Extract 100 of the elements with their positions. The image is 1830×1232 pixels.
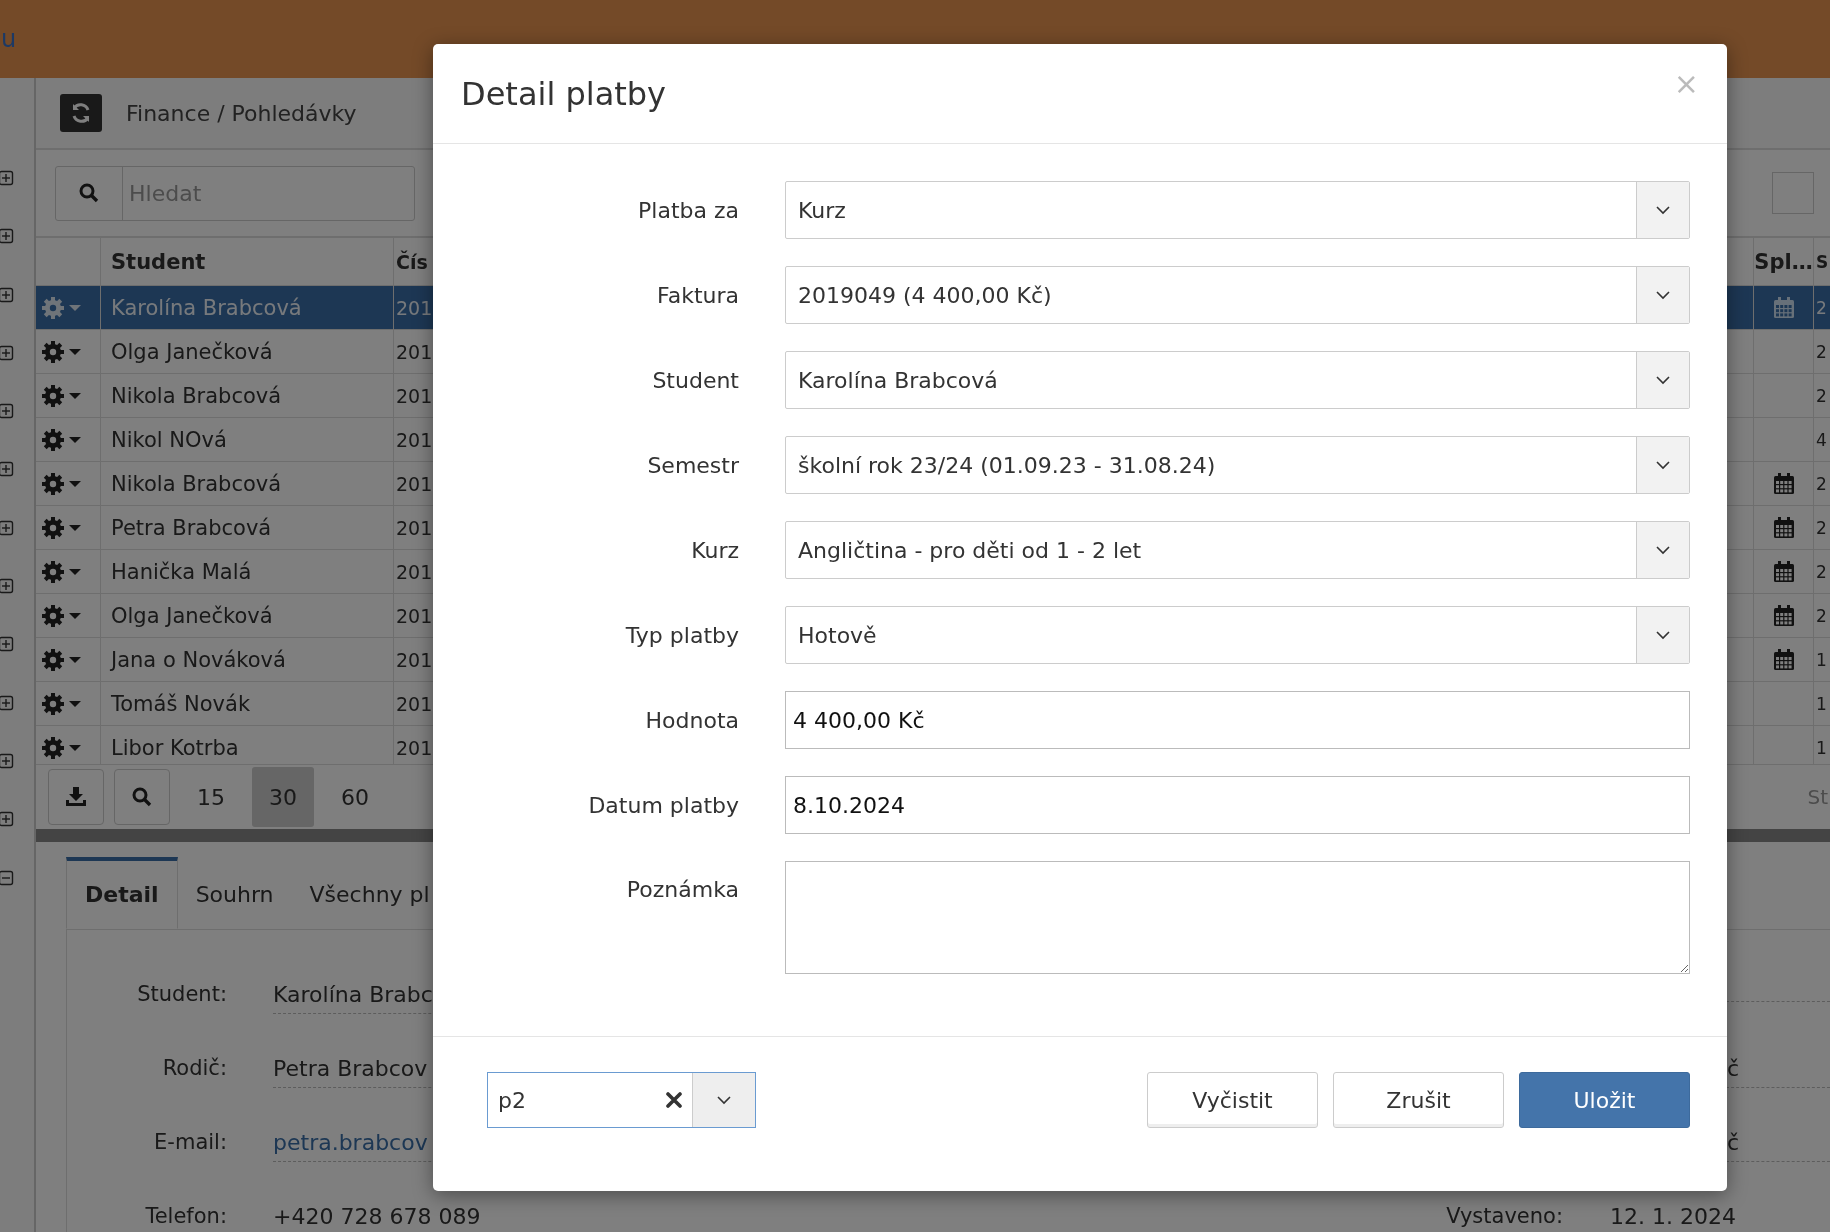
search-button[interactable] bbox=[114, 769, 170, 825]
field-label: Student bbox=[651, 367, 739, 393]
dialog-button[interactable]: Zrušit bbox=[1333, 1072, 1504, 1128]
expand-icon[interactable] bbox=[0, 752, 15, 769]
calendar-icon[interactable] bbox=[1772, 648, 1795, 671]
gear-icon[interactable] bbox=[41, 735, 65, 760]
gear-icon[interactable] bbox=[41, 295, 65, 320]
table-cell: Tomáš Novák bbox=[111, 691, 251, 716]
chevron-icon bbox=[1656, 630, 1670, 640]
table-cell: 201 bbox=[396, 340, 433, 363]
field-label: E-mail: bbox=[153, 1130, 227, 1154]
download-icon bbox=[65, 787, 87, 807]
caret-icon[interactable] bbox=[69, 391, 81, 400]
field-label: Kurz bbox=[690, 537, 739, 563]
gear-icon[interactable] bbox=[41, 515, 65, 540]
dialog-title: Detail platby bbox=[461, 74, 667, 113]
caret-icon[interactable] bbox=[69, 303, 81, 312]
caret-icon[interactable] bbox=[69, 523, 81, 532]
table-cell: 2 bbox=[1816, 605, 1827, 626]
email-link[interactable]: petra.brabcov bbox=[273, 1130, 428, 1155]
table-cell: 1 bbox=[1816, 693, 1827, 714]
table-cell: Karolína Brabcová bbox=[111, 295, 302, 320]
page-size-button[interactable]: 15 bbox=[180, 767, 242, 827]
select-field[interactable]: školní rok 23/24 (01.09.23 - 31.08.24) bbox=[785, 436, 1690, 494]
tab[interactable]: Souhrn bbox=[177, 857, 292, 929]
gear-icon[interactable] bbox=[41, 647, 65, 672]
chevron-icon bbox=[1656, 290, 1670, 300]
clear-icon[interactable] bbox=[666, 1092, 682, 1108]
chevron-icon bbox=[1656, 545, 1670, 555]
select-field[interactable]: Hotově bbox=[785, 606, 1690, 664]
expand-icon[interactable] bbox=[0, 578, 15, 595]
table-cell: Jana o Nováková bbox=[111, 647, 286, 672]
expand-icon[interactable] bbox=[0, 811, 15, 828]
field-value: Karolína Brabc bbox=[273, 982, 433, 1007]
expand-icon[interactable] bbox=[0, 694, 15, 711]
caret-icon[interactable] bbox=[69, 611, 81, 620]
tab[interactable]: Detail bbox=[66, 857, 178, 929]
download-button[interactable] bbox=[48, 769, 104, 825]
chevron-icon bbox=[717, 1095, 731, 1105]
table-cell: 201 bbox=[396, 384, 433, 407]
calendar-icon[interactable] bbox=[1772, 560, 1795, 583]
field-value: č bbox=[1726, 1056, 1740, 1081]
gear-icon[interactable] bbox=[41, 339, 65, 364]
table-cell: 2 bbox=[1816, 385, 1827, 406]
caret-icon[interactable] bbox=[69, 655, 81, 664]
expand-icon[interactable] bbox=[0, 461, 15, 478]
expand-icon[interactable] bbox=[0, 286, 15, 303]
calendar-icon[interactable] bbox=[1772, 472, 1795, 495]
caret-icon[interactable] bbox=[69, 347, 81, 356]
caret-icon[interactable] bbox=[69, 699, 81, 708]
calendar-icon[interactable] bbox=[1772, 604, 1795, 627]
column-header[interactable]: Čís bbox=[396, 250, 428, 273]
note-field[interactable] bbox=[785, 861, 1690, 974]
field-label: Student: bbox=[136, 982, 227, 1006]
expand-icon[interactable] bbox=[0, 403, 15, 420]
column-header[interactable]: Student bbox=[111, 249, 206, 274]
select-field[interactable]: Karolína Brabcová bbox=[785, 351, 1690, 409]
gear-icon[interactable] bbox=[41, 471, 65, 496]
expand-icon[interactable] bbox=[0, 636, 15, 653]
field-value: č bbox=[1726, 1130, 1740, 1155]
table-cell: 2 bbox=[1816, 341, 1827, 362]
collapse-icon[interactable] bbox=[0, 869, 15, 886]
expand-icon[interactable] bbox=[0, 519, 15, 536]
search-icon bbox=[79, 183, 99, 203]
select-field[interactable]: p2 bbox=[487, 1072, 756, 1128]
select-field[interactable]: Angličtina - pro děti od 1 - 2 let bbox=[785, 521, 1690, 579]
tab[interactable]: Všechny pl bbox=[291, 857, 448, 929]
table-cell: Petra Brabcová bbox=[111, 515, 272, 540]
expand-icon[interactable] bbox=[0, 170, 15, 186]
gear-icon[interactable] bbox=[41, 559, 65, 584]
field-label: Platba za bbox=[637, 197, 739, 223]
expand-icon[interactable] bbox=[0, 228, 15, 245]
calendar-icon[interactable] bbox=[1772, 296, 1795, 319]
field-label: Poznámka bbox=[625, 876, 739, 902]
gear-icon[interactable] bbox=[41, 691, 65, 716]
page-size-button[interactable]: 60 bbox=[324, 767, 386, 827]
save-button[interactable]: Uložit bbox=[1519, 1072, 1690, 1128]
input-field[interactable]: 8.10.2024 bbox=[785, 776, 1690, 834]
select-field[interactable]: Kurz bbox=[785, 181, 1690, 239]
column-header[interactable]: S bbox=[1816, 251, 1829, 272]
dialog-button[interactable]: Vyčistit bbox=[1147, 1072, 1318, 1128]
column-header[interactable]: Spl… bbox=[1754, 249, 1813, 274]
gear-icon[interactable] bbox=[41, 603, 65, 628]
gear-icon[interactable] bbox=[41, 383, 65, 408]
table-cell: 1 bbox=[1816, 649, 1827, 670]
select-field[interactable]: 2019049 (4 400,00 Kč) bbox=[785, 266, 1690, 324]
breadcrumb: Finance / Pohledávky bbox=[126, 100, 357, 126]
chevron-icon bbox=[1656, 375, 1670, 385]
input-field[interactable]: 4 400,00 Kč bbox=[785, 691, 1690, 749]
calendar-icon[interactable] bbox=[1772, 516, 1795, 539]
gear-icon[interactable] bbox=[41, 427, 65, 452]
expand-icon[interactable] bbox=[0, 344, 15, 361]
caret-icon[interactable] bbox=[69, 567, 81, 576]
caret-icon[interactable] bbox=[69, 479, 81, 488]
field-label: Vystaveno: bbox=[1446, 1204, 1563, 1228]
page-size-button[interactable]: 30 bbox=[252, 767, 314, 827]
refresh-button[interactable] bbox=[60, 94, 102, 132]
chevron-icon bbox=[1656, 460, 1670, 470]
caret-icon[interactable] bbox=[69, 743, 81, 752]
caret-icon[interactable] bbox=[69, 435, 81, 444]
